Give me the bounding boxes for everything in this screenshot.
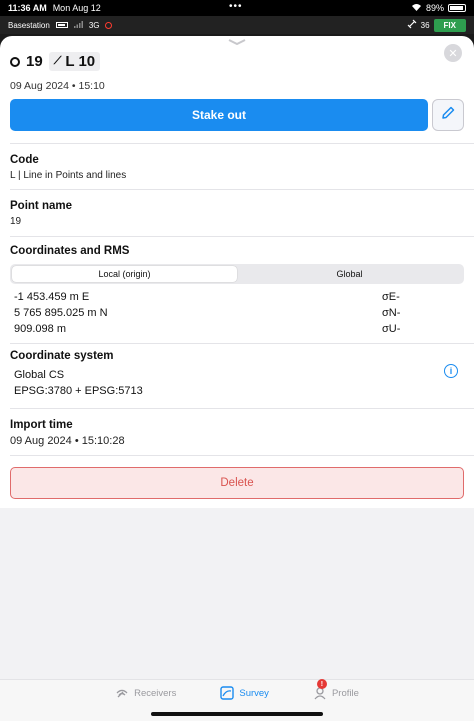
divider (10, 189, 474, 190)
import-time-value: 09 Aug 2024 • 15:10:28 (10, 435, 125, 447)
multitask-dots[interactable]: ••• (229, 1, 243, 12)
recording-icon (105, 21, 113, 29)
code-label: Code (10, 154, 39, 166)
rms-north: σN- (382, 307, 401, 319)
wifi-icon (411, 3, 422, 13)
home-indicator[interactable] (151, 712, 323, 716)
stake-out-button[interactable]: Stake out (10, 99, 428, 131)
point-detail-sheet: ✕ 19 ⟋ L 10 09 Aug 2024 • 15:10 Stake ou… (0, 36, 474, 721)
coordinate-east-value: -1 453.459 m E (14, 291, 90, 303)
network-type: 3G (88, 20, 100, 30)
coordinate-system-epsg: EPSG:3780 + EPSG:5713 (14, 385, 143, 397)
import-time-label: Import time (10, 419, 73, 431)
code-section: Code L | Line in Points and lines (0, 154, 474, 181)
point-id: 19 (26, 53, 43, 70)
tab-receivers[interactable]: Receivers (115, 686, 176, 700)
point-title: 19 ⟋ L 10 (10, 52, 101, 71)
coordinates-section: Coordinates and RMS (0, 245, 474, 257)
coordinate-system-name-row: Global CS (14, 369, 464, 381)
status-date: Mon Aug 12 (52, 3, 101, 13)
sheet-grabber-icon[interactable] (228, 39, 246, 45)
point-name-section: Point name 19 (0, 200, 474, 227)
tab-global[interactable]: Global (237, 266, 462, 282)
point-datetime: 09 Aug 2024 • 15:10 (10, 80, 105, 92)
point-icon (10, 56, 20, 67)
line-icon: ⟋ (53, 55, 62, 67)
coordinate-frame-toggle[interactable]: Local (origin) Global (10, 264, 464, 284)
point-name-label: Point name (10, 200, 72, 212)
battery-percent: 89% (425, 3, 444, 13)
receiver-status-bar[interactable]: Basestation 3G 36 FIX (0, 16, 474, 34)
divider (10, 408, 474, 409)
coordinate-system-section: Coordinate system (0, 350, 474, 362)
battery-icon (448, 4, 466, 12)
signal-icon (73, 20, 83, 30)
coordinate-system-name: Global CS (14, 369, 65, 381)
divider (10, 143, 474, 144)
receivers-icon (115, 686, 129, 700)
tab-survey-label: Survey (239, 687, 269, 699)
device-battery-icon (55, 22, 68, 28)
profile-alert-badge: ! (316, 679, 327, 689)
coordinate-row-east: -1 453.459 m E σE- (14, 291, 464, 303)
rms-east: σE- (382, 291, 400, 303)
tab-profile-label: Profile (331, 687, 359, 699)
status-time: 11:36 AM (8, 3, 47, 13)
edit-button[interactable] (432, 99, 464, 131)
coordinates-label: Coordinates and RMS (10, 245, 130, 257)
point-name-value: 19 (10, 216, 22, 227)
status-bar: 11:36 AM Mon Aug 12 ••• 89% (0, 0, 474, 16)
coordinate-row-up: 909.098 m σU- (14, 323, 464, 335)
coordinate-system-label: Coordinate system (10, 350, 114, 362)
fix-status-badge: FIX (433, 18, 466, 32)
device-name: Basestation (8, 20, 50, 30)
import-time-section: Import time 09 Aug 2024 • 15:10:28 (0, 419, 474, 447)
divider (10, 455, 474, 456)
close-icon: ✕ (448, 47, 458, 60)
tab-survey[interactable]: Survey (220, 686, 269, 700)
satellite-icon (407, 19, 417, 31)
tab-receivers-label: Receivers (134, 687, 177, 699)
pencil-icon (440, 105, 456, 126)
coordinate-row-north: 5 765 895.025 m N σN- (14, 307, 464, 319)
code-value: L | Line in Points and lines (10, 170, 127, 181)
line-chip[interactable]: ⟋ L 10 (48, 52, 101, 71)
info-icon[interactable]: i (444, 364, 458, 378)
coordinate-system-epsg-row: EPSG:3780 + EPSG:5713 (14, 385, 464, 397)
rms-up: σU- (382, 323, 401, 335)
tab-profile[interactable]: ! Profile (313, 679, 359, 700)
close-button[interactable]: ✕ (444, 44, 462, 62)
line-id: L 10 (65, 53, 96, 70)
survey-icon (220, 686, 235, 700)
coordinate-north-value: 5 765 895.025 m N (14, 307, 108, 319)
satellite-count: 36 (420, 20, 430, 30)
coordinate-up-value: 909.098 m (14, 323, 66, 335)
delete-button[interactable]: Delete (10, 467, 464, 499)
divider (10, 343, 474, 344)
divider (10, 236, 474, 237)
tab-local-origin[interactable]: Local (origin) (12, 266, 237, 282)
